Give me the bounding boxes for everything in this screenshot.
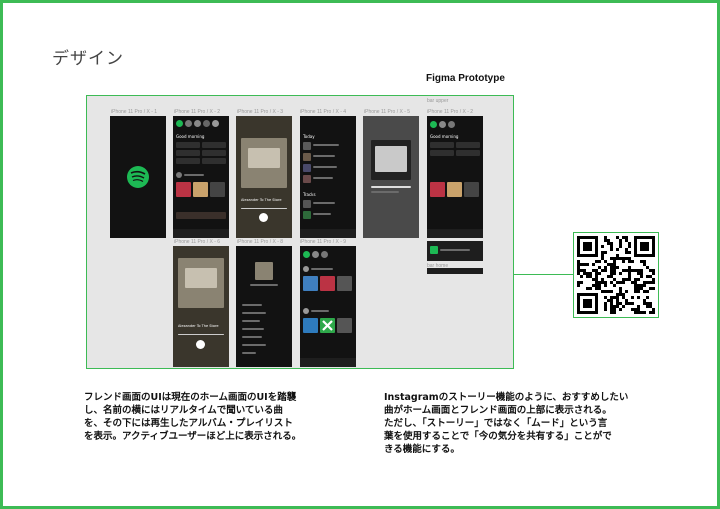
phone-frame-now-playing-2[interactable]: Alexander To The Store: [173, 246, 229, 367]
play-pause-button[interactable]: [259, 213, 268, 222]
frame-label: bar upper: [427, 98, 449, 104]
frame-label: iPhone 11 Pro / X - 2: [427, 109, 474, 115]
phone-frame-friends[interactable]: [300, 246, 356, 367]
phone-frame-now-playing[interactable]: Alexander To The Store: [236, 116, 292, 238]
today-heading: Today: [303, 134, 315, 139]
phone-frame-search[interactable]: Today Tracks: [300, 116, 356, 238]
spotify-logo-icon: [127, 166, 149, 188]
bar-home-nav: [427, 268, 483, 274]
good-morning-heading: Good morning: [430, 134, 459, 139]
frame-label: iPhone 11 Pro / X - 9: [300, 239, 347, 245]
phone-frame-home[interactable]: Good morning: [173, 116, 229, 238]
frame-label: iPhone 11 Pro / X - 4: [300, 109, 347, 115]
story-row: [176, 120, 226, 128]
bar-home-strip: [427, 241, 483, 261]
qr-code-frame[interactable]: [573, 232, 659, 318]
play-pause-button[interactable]: [196, 340, 205, 349]
phone-frame-menu[interactable]: [236, 246, 292, 367]
figma-prototype-label: Figma Prototype: [426, 73, 505, 84]
good-morning-heading: Good morning: [176, 134, 205, 139]
frame-label: iPhone 11 Pro / X - 2: [174, 109, 221, 115]
track-title: Alexander To The Store: [178, 324, 219, 328]
tracks-heading: Tracks: [303, 192, 316, 197]
frame-label: iPhone 11 Pro / X - 8: [237, 239, 284, 245]
frame-label: iPhone 11 Pro / X - 5: [364, 109, 411, 115]
track-title: Alexander To The Store: [241, 198, 282, 202]
phone-frame-splash[interactable]: [110, 116, 166, 238]
frame-label: iPhone 11 Pro / X - 1: [111, 109, 158, 115]
connector-line: [513, 274, 573, 275]
phone-frame-home-copy[interactable]: Good morning: [427, 116, 483, 238]
page-title: デザイン: [52, 49, 124, 69]
phone-frame-album[interactable]: [363, 116, 419, 238]
album-cover-x[interactable]: [320, 318, 335, 333]
x-album-icon: [322, 320, 333, 331]
frame-label: iPhone 11 Pro / X - 3: [237, 109, 284, 115]
qr-code-icon: [577, 236, 655, 314]
figma-canvas: iPhone 11 Pro / X - 1 iPhone 11 Pro / X …: [86, 95, 514, 369]
frame-label: iPhone 11 Pro / X - 6: [174, 239, 221, 245]
description-right: Instagramのストーリー機能のように、おすすめしたい 曲がホーム画面とフレ…: [384, 392, 629, 455]
description-left: フレンド画面のUIは現在のホーム画面のUIを踏襲 し、名前の横にはリアルタイムで…: [84, 392, 302, 442]
